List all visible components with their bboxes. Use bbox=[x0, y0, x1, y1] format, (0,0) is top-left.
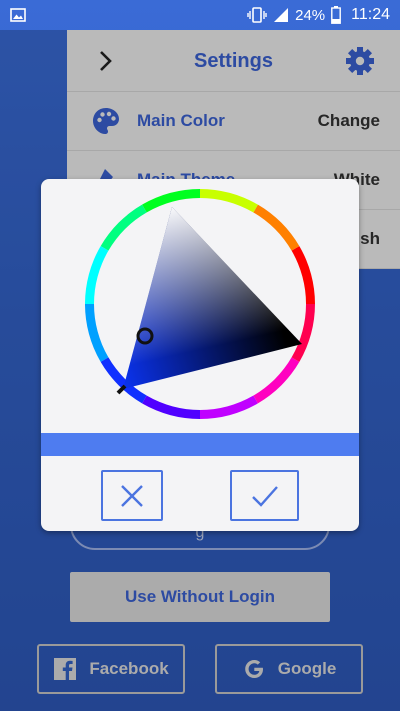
vibrate-icon bbox=[247, 7, 267, 23]
color-wheel[interactable] bbox=[85, 189, 315, 419]
selected-color-preview bbox=[41, 433, 359, 456]
status-time: 11:24 bbox=[351, 6, 390, 23]
color-picker-dialog bbox=[41, 179, 359, 531]
image-icon bbox=[10, 8, 26, 22]
battery-icon bbox=[331, 6, 342, 24]
signal-icon bbox=[274, 8, 289, 22]
battery-percent: 24% bbox=[295, 6, 326, 24]
close-icon bbox=[121, 484, 143, 507]
status-bar: 24% 11:24 bbox=[0, 0, 400, 30]
confirm-button[interactable] bbox=[230, 470, 299, 521]
cancel-button[interactable] bbox=[101, 470, 163, 521]
checkmark-icon bbox=[251, 485, 278, 507]
